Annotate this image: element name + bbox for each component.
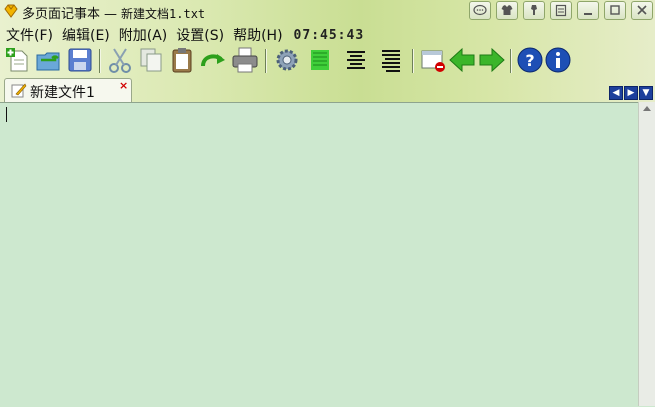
align-center-icon[interactable] — [342, 46, 370, 74]
toolbar-separator — [265, 49, 267, 73]
tab-list-dropdown-icon[interactable]: ▼ — [639, 86, 653, 100]
title-separator: — — [104, 7, 118, 22]
svg-text:?: ? — [525, 51, 534, 70]
help-icon[interactable]: ? — [516, 46, 544, 74]
new-file-icon[interactable] — [4, 46, 32, 74]
toolbar-separator — [99, 49, 101, 73]
toolbar-separator — [412, 49, 414, 73]
highlight-lines-icon[interactable] — [306, 46, 334, 74]
note-icon[interactable] — [550, 1, 572, 20]
menu-settings[interactable]: 设置(S) — [176, 25, 224, 45]
forward-arrow-icon[interactable] — [478, 46, 506, 74]
title-bar: 多页面记事本 — 新建文档1.txt — [0, 0, 655, 22]
text-editor[interactable] — [0, 102, 638, 407]
tab-scroll-left-icon[interactable]: ◀ — [609, 86, 623, 100]
pin-icon[interactable] — [523, 1, 545, 20]
app-name: 多页面记事本 — [22, 7, 101, 22]
print-icon[interactable] — [231, 46, 259, 74]
menu-bar: 文件(F) 编辑(E) 附加(A) 设置(S) 帮助(H) 07:45:43 — [6, 25, 364, 45]
window-title: 多页面记事本 — 新建文档1.txt — [22, 3, 205, 22]
menu-edit[interactable]: 编辑(E) — [62, 25, 110, 45]
tab-document-1[interactable]: 新建文件1 × — [4, 78, 132, 103]
back-arrow-icon[interactable] — [448, 46, 476, 74]
scroll-up-icon[interactable] — [643, 106, 651, 111]
file-name: 新建文档1.txt — [121, 7, 206, 21]
tab-close-icon[interactable]: × — [119, 80, 128, 92]
app-logo-icon — [4, 4, 18, 18]
vertical-scrollbar[interactable] — [638, 102, 655, 406]
close-icon[interactable] — [631, 1, 653, 20]
save-icon[interactable] — [66, 46, 94, 74]
cut-icon[interactable] — [106, 46, 134, 74]
redo-icon[interactable] — [199, 46, 227, 74]
clock-display: 07:45:43 — [293, 27, 365, 43]
comment-icon[interactable] — [469, 1, 491, 20]
menu-file[interactable]: 文件(F) — [6, 25, 53, 45]
tab-label: 新建文件1 — [30, 85, 95, 101]
paste-icon[interactable] — [168, 46, 196, 74]
toolbar-separator — [510, 49, 512, 73]
menu-help[interactable]: 帮助(H) — [233, 25, 282, 45]
shirt-icon[interactable] — [496, 1, 518, 20]
settings-gear-icon[interactable] — [273, 46, 301, 74]
menu-addon[interactable]: 附加(A) — [119, 25, 168, 45]
copy-icon[interactable] — [137, 46, 165, 74]
window-controls — [469, 1, 653, 20]
info-icon[interactable] — [544, 46, 572, 74]
close-window-icon[interactable] — [419, 46, 447, 74]
document-edit-icon — [11, 83, 27, 98]
align-justify-icon[interactable] — [377, 46, 405, 74]
tab-strip: 新建文件1 × ◀ ▶ ▼ — [0, 78, 655, 103]
tab-scroll-right-icon[interactable]: ▶ — [624, 86, 638, 100]
text-caret — [6, 107, 7, 122]
minimize-icon[interactable] — [577, 1, 599, 20]
maximize-icon[interactable] — [604, 1, 626, 20]
window-chrome: 多页面记事本 — 新建文档1.txt 文件(F) 编辑(E) 附加(A) 设置(… — [0, 0, 655, 103]
tab-scroll-controls: ◀ ▶ ▼ — [609, 86, 653, 100]
open-file-icon[interactable] — [35, 46, 63, 74]
